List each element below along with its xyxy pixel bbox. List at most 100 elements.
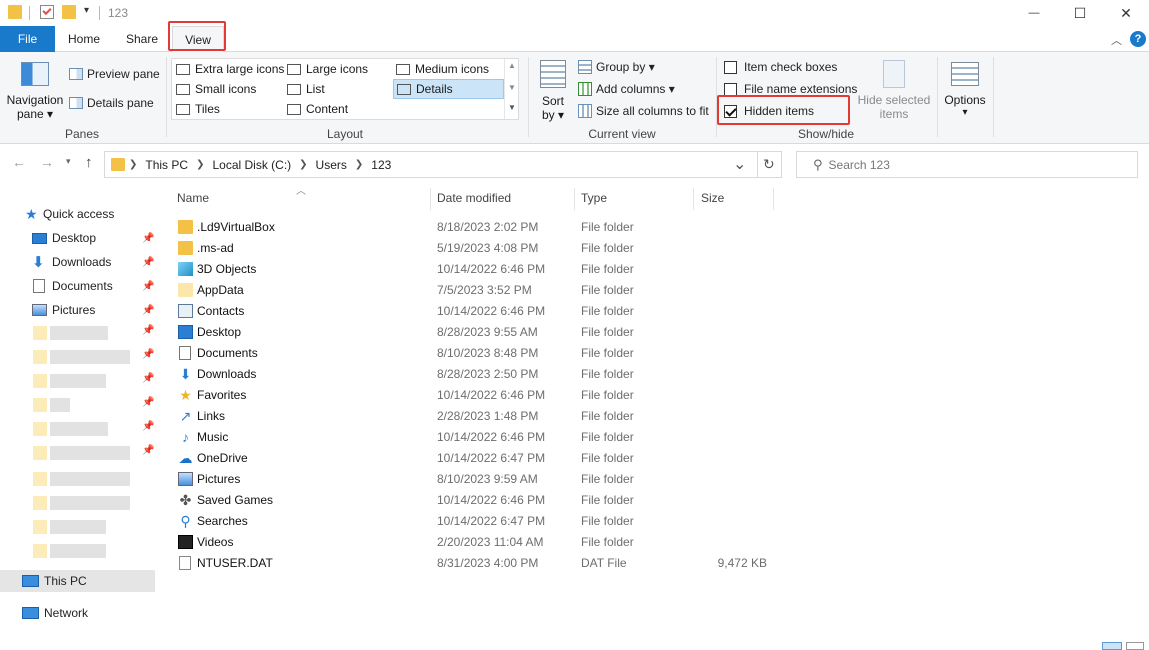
pin-icon[interactable]: 📌 (142, 445, 154, 456)
table-row[interactable]: NTUSER.DAT 8/31/2023 4:00 PM DAT File 9,472… (170, 553, 1149, 574)
details-view-icon[interactable] (1102, 642, 1122, 650)
refresh-icon[interactable]: ↻ (763, 156, 775, 173)
collapse-ribbon-chevron-icon[interactable]: ︿ (1111, 32, 1122, 48)
address-dropdown-icon[interactable]: ⌄ (733, 154, 746, 174)
table-row[interactable]: ♪ Music 10/14/2022 6:46 PM File folder (170, 427, 1149, 448)
search-input[interactable]: Search 123 (829, 158, 890, 172)
pin-icon[interactable]: 📌 (142, 305, 154, 316)
size-all-columns-button[interactable]: Size all columns to fit (578, 104, 709, 118)
column-header-name[interactable]: Name (177, 186, 429, 210)
minimize-button[interactable]: — (1011, 0, 1057, 26)
pin-icon[interactable]: 📌 (142, 257, 154, 268)
search-box[interactable]: ⚲ Search 123 (796, 151, 1138, 178)
column-divider[interactable] (430, 188, 431, 210)
layout-tiles[interactable]: Tiles (176, 102, 220, 116)
column-divider[interactable] (693, 188, 694, 210)
table-row[interactable]: ✤ Saved Games 10/14/2022 6:46 PM File folde… (170, 490, 1149, 511)
pin-icon[interactable]: 📌 (142, 233, 154, 244)
forward-arrow-icon[interactable]: → (40, 154, 54, 170)
tab-view[interactable]: View (172, 26, 224, 53)
file-name-extensions-toggle[interactable]: File name extensions (724, 82, 857, 96)
large-icons-view-icon[interactable] (1126, 642, 1144, 650)
breadcrumb-123[interactable]: 123 (371, 158, 391, 172)
sidebar-item-downloads[interactable]: ⬇ Downloads 📌 (0, 251, 155, 273)
group-by-button[interactable]: Group by ▾ (578, 60, 655, 74)
customize-toolbar-chevron-icon[interactable]: ▾ (84, 5, 89, 21)
breadcrumb-local-disk[interactable]: Local Disk (C:) (212, 158, 291, 172)
pin-icon[interactable]: 📌 (142, 325, 154, 336)
pin-icon[interactable]: 📌 (142, 349, 154, 360)
table-row[interactable]: Contacts 10/14/2022 6:46 PM File folder (170, 301, 1149, 322)
maximize-button[interactable]: ☐ (1057, 0, 1103, 26)
column-divider[interactable] (773, 188, 774, 210)
table-row[interactable]: Pictures 8/10/2023 9:59 AM File folder (170, 469, 1149, 490)
column-divider[interactable] (574, 188, 575, 210)
properties-icon[interactable] (40, 5, 54, 19)
add-columns-button[interactable]: Add columns ▾ (578, 82, 675, 96)
layout-content[interactable]: Content (287, 102, 348, 116)
table-row[interactable]: .ms-ad 5/19/2023 4:08 PM File folder (170, 238, 1149, 259)
layout-medium-icons[interactable]: Medium icons (396, 62, 489, 76)
hidden-items-checkbox[interactable] (724, 104, 737, 118)
up-arrow-icon[interactable]: ↑ (85, 154, 93, 171)
table-row[interactable]: ☁ OneDrive 10/14/2022 6:47 PM File folder (170, 448, 1149, 469)
table-row[interactable]: AppData 7/5/2023 3:52 PM File folder (170, 280, 1149, 301)
layout-large-icons[interactable]: Large icons (287, 62, 368, 76)
tab-home[interactable]: Home (60, 26, 108, 52)
column-header-date-modified[interactable]: Date modified (437, 186, 577, 210)
table-row[interactable]: Videos 2/20/2023 11:04 AM File folder (170, 532, 1149, 553)
breadcrumb-separator-icon[interactable]: ❯ (355, 159, 363, 170)
layout-small-icons[interactable]: Small icons (176, 82, 256, 96)
pin-icon[interactable]: 📌 (142, 421, 154, 432)
address-bar[interactable]: ❯ This PC ❯ Local Disk (C:) ❯ Users ❯ 12… (104, 151, 782, 178)
hidden-items-toggle[interactable]: Hidden items (724, 104, 814, 118)
pin-icon[interactable]: 📌 (142, 281, 154, 292)
layout-extra-large-icons[interactable]: Extra large icons (176, 62, 284, 76)
back-arrow-icon[interactable]: ← (12, 154, 26, 170)
tab-share[interactable]: Share (118, 26, 166, 52)
breadcrumb-users[interactable]: Users (316, 158, 347, 172)
column-header-size[interactable]: Size (701, 186, 771, 210)
scroll-down-icon[interactable]: ▼ (508, 83, 516, 92)
navigation-pane-button[interactable]: Navigation pane ▾ (6, 58, 64, 124)
sidebar-item-documents[interactable]: Documents 📌 (0, 275, 155, 297)
sidebar-item-desktop[interactable]: Desktop 📌 (0, 227, 155, 249)
pin-icon[interactable]: 📌 (142, 397, 154, 408)
table-row[interactable]: ⚲ Searches 10/14/2022 6:47 PM File folder (170, 511, 1149, 532)
sort-by-button[interactable]: Sort by ▾ (536, 58, 570, 124)
options-button[interactable]: Options ▾ (940, 58, 990, 124)
new-folder-icon[interactable] (62, 5, 76, 19)
breadcrumb-this-pc[interactable]: This PC (145, 158, 188, 172)
tab-file[interactable]: File (0, 26, 55, 52)
layout-list[interactable]: List (287, 82, 325, 96)
sidebar-item-pictures[interactable]: Pictures 📌 (0, 299, 155, 321)
table-row[interactable]: ⬇ Downloads 8/28/2023 2:50 PM File folder (170, 364, 1149, 385)
breadcrumb-separator-icon[interactable]: ❯ (299, 159, 307, 170)
scroll-up-icon[interactable]: ▲ (508, 61, 516, 70)
recent-locations-chevron-icon[interactable]: ▾ (66, 156, 71, 167)
column-header-type[interactable]: Type (581, 186, 691, 210)
table-row[interactable]: ★ Favorites 10/14/2022 6:46 PM File folder (170, 385, 1149, 406)
breadcrumb-separator-icon[interactable]: ❯ (196, 159, 204, 170)
item-check-boxes-toggle[interactable]: Item check boxes (724, 60, 837, 74)
layout-scrollbar[interactable]: ▲ ▼ ▼ (504, 59, 518, 119)
sidebar-item-network[interactable]: Network (0, 602, 155, 624)
layout-details[interactable]: Details (393, 79, 504, 99)
details-pane-button[interactable]: Details pane (69, 96, 154, 110)
table-row[interactable]: Desktop 8/28/2023 9:55 AM File folder (170, 322, 1149, 343)
sidebar-item-this-pc[interactable]: This PC (0, 570, 155, 592)
preview-pane-button[interactable]: Preview pane (69, 67, 160, 81)
file-name-extensions-checkbox[interactable] (724, 82, 737, 96)
table-row[interactable]: 3D Objects 10/14/2022 6:46 PM File folder (170, 259, 1149, 280)
expand-gallery-icon[interactable]: ▼ (508, 103, 516, 112)
hide-selected-items-button[interactable]: Hide selected items (856, 58, 932, 124)
breadcrumb-separator-icon[interactable]: ❯ (129, 159, 137, 170)
pin-icon[interactable]: 📌 (142, 373, 154, 384)
table-row[interactable]: Documents 8/10/2023 8:48 PM File folder (170, 343, 1149, 364)
help-icon[interactable]: ? (1130, 31, 1146, 47)
sidebar-item-quick-access[interactable]: ★ Quick access (0, 203, 155, 225)
item-check-boxes-checkbox[interactable] (724, 60, 737, 74)
table-row[interactable]: .Ld9VirtualBox 8/18/2023 2:02 PM File fold… (170, 217, 1149, 238)
close-button[interactable]: ✕ (1103, 0, 1149, 26)
table-row[interactable]: ↗ Links 2/28/2023 1:48 PM File folder (170, 406, 1149, 427)
